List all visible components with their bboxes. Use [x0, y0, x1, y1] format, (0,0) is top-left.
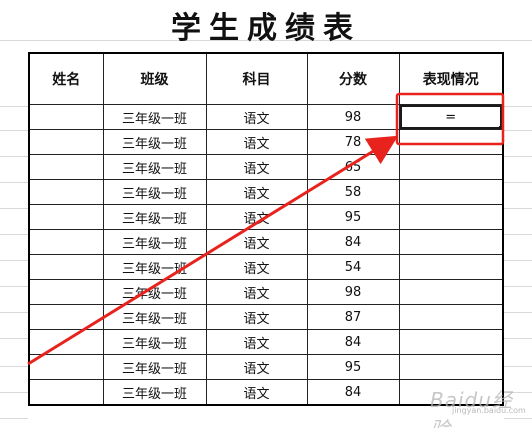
cell-score[interactable]: 87: [306, 304, 400, 330]
cell-class[interactable]: 三年级一班: [102, 104, 207, 130]
cell-performance[interactable]: [398, 229, 504, 255]
cell-class[interactable]: 三年级一班: [102, 129, 207, 155]
cell-score[interactable]: 78: [306, 129, 400, 155]
cell-class[interactable]: 三年级一班: [102, 179, 207, 205]
header-class[interactable]: 班级: [102, 52, 207, 105]
cell-name[interactable]: [28, 229, 104, 255]
table-row: 三年级一班 语文 87: [28, 304, 504, 330]
cell-name[interactable]: [28, 179, 104, 205]
cell-name[interactable]: [28, 279, 104, 305]
cell-subject[interactable]: 语文: [205, 304, 308, 330]
cell-score[interactable]: 58: [306, 179, 400, 205]
header-name[interactable]: 姓名: [28, 52, 104, 105]
cell-name[interactable]: [28, 154, 104, 180]
cell-subject[interactable]: 语文: [205, 204, 308, 230]
cell-name[interactable]: [28, 329, 104, 355]
cell-class[interactable]: 三年级一班: [102, 279, 207, 305]
cell-subject[interactable]: 语文: [205, 179, 308, 205]
header-row: 姓名 班级 科目 分数 表现情况: [28, 52, 504, 105]
table-row: 三年级一班 语文 95: [28, 204, 504, 230]
cell-score[interactable]: 84: [306, 379, 400, 406]
cell-subject[interactable]: 语文: [205, 129, 308, 155]
table-row: 三年级一班 语文 98 =: [28, 104, 504, 130]
cell-score[interactable]: 98: [306, 104, 400, 130]
cell-performance[interactable]: [398, 379, 504, 406]
cell-score[interactable]: 95: [306, 354, 400, 380]
cell-performance[interactable]: [398, 129, 504, 155]
spreadsheet-screenshot: 学生成绩表 姓名 班级 科目 分数 表现情况 三年级一班 语文 98 = 三年级…: [0, 0, 532, 428]
cell-name[interactable]: [28, 104, 104, 130]
cell-subject[interactable]: 语文: [205, 229, 308, 255]
table-row: 三年级一班 语文 84: [28, 379, 504, 406]
cell-score[interactable]: 54: [306, 254, 400, 280]
header-subject[interactable]: 科目: [205, 52, 308, 105]
cell-score[interactable]: 98: [306, 279, 400, 305]
cell-subject[interactable]: 语文: [205, 379, 308, 406]
cell-class[interactable]: 三年级一班: [102, 379, 207, 406]
cell-score[interactable]: 84: [306, 229, 400, 255]
cell-class[interactable]: 三年级一班: [102, 304, 207, 330]
table-row: 三年级一班 语文 84: [28, 329, 504, 355]
table-row: 三年级一班 语文 84: [28, 229, 504, 255]
header-score[interactable]: 分数: [306, 52, 400, 105]
active-cell-formula: =: [445, 109, 457, 125]
cell-score[interactable]: 65: [306, 154, 400, 180]
cell-class[interactable]: 三年级一班: [102, 229, 207, 255]
cell-class[interactable]: 三年级一班: [102, 354, 207, 380]
cell-performance[interactable]: [398, 204, 504, 230]
cell-score[interactable]: 84: [306, 329, 400, 355]
cell-class[interactable]: 三年级一班: [102, 329, 207, 355]
cell-name[interactable]: [28, 254, 104, 280]
cell-performance[interactable]: [398, 329, 504, 355]
sheet-title: 学生成绩表: [171, 11, 361, 46]
grades-table: 姓名 班级 科目 分数 表现情况 三年级一班 语文 98 = 三年级一班 语文 …: [28, 52, 504, 406]
cell-score[interactable]: 95: [306, 204, 400, 230]
cell-subject[interactable]: 语文: [205, 254, 308, 280]
cell-performance[interactable]: [398, 304, 504, 330]
cell-subject[interactable]: 语文: [205, 279, 308, 305]
table-row: 三年级一班 语文 78: [28, 129, 504, 155]
cell-subject[interactable]: 语文: [205, 354, 308, 380]
cell-name[interactable]: [28, 379, 104, 406]
cell-name[interactable]: [28, 129, 104, 155]
table-row: 三年级一班 语文 65: [28, 154, 504, 180]
table-row: 三年级一班 语文 98: [28, 279, 504, 305]
cell-name[interactable]: [28, 354, 104, 380]
cell-subject[interactable]: 语文: [205, 104, 308, 130]
cell-subject[interactable]: 语文: [205, 154, 308, 180]
active-cell-performance[interactable]: =: [398, 104, 504, 130]
cell-class[interactable]: 三年级一班: [102, 204, 207, 230]
cell-performance[interactable]: [398, 179, 504, 205]
cell-performance[interactable]: [398, 279, 504, 305]
cell-class[interactable]: 三年级一班: [102, 154, 207, 180]
cell-name[interactable]: [28, 204, 104, 230]
header-performance[interactable]: 表现情况: [398, 52, 504, 105]
cell-subject[interactable]: 语文: [205, 329, 308, 355]
cell-class[interactable]: 三年级一班: [102, 254, 207, 280]
fill-handle[interactable]: [498, 125, 502, 129]
table-row: 三年级一班 语文 58: [28, 179, 504, 205]
table-row: 三年级一班 语文 54: [28, 254, 504, 280]
cell-performance[interactable]: [398, 354, 504, 380]
cell-performance[interactable]: [398, 254, 504, 280]
cell-name[interactable]: [28, 304, 104, 330]
table-row: 三年级一班 语文 95: [28, 354, 504, 380]
cell-performance[interactable]: [398, 154, 504, 180]
